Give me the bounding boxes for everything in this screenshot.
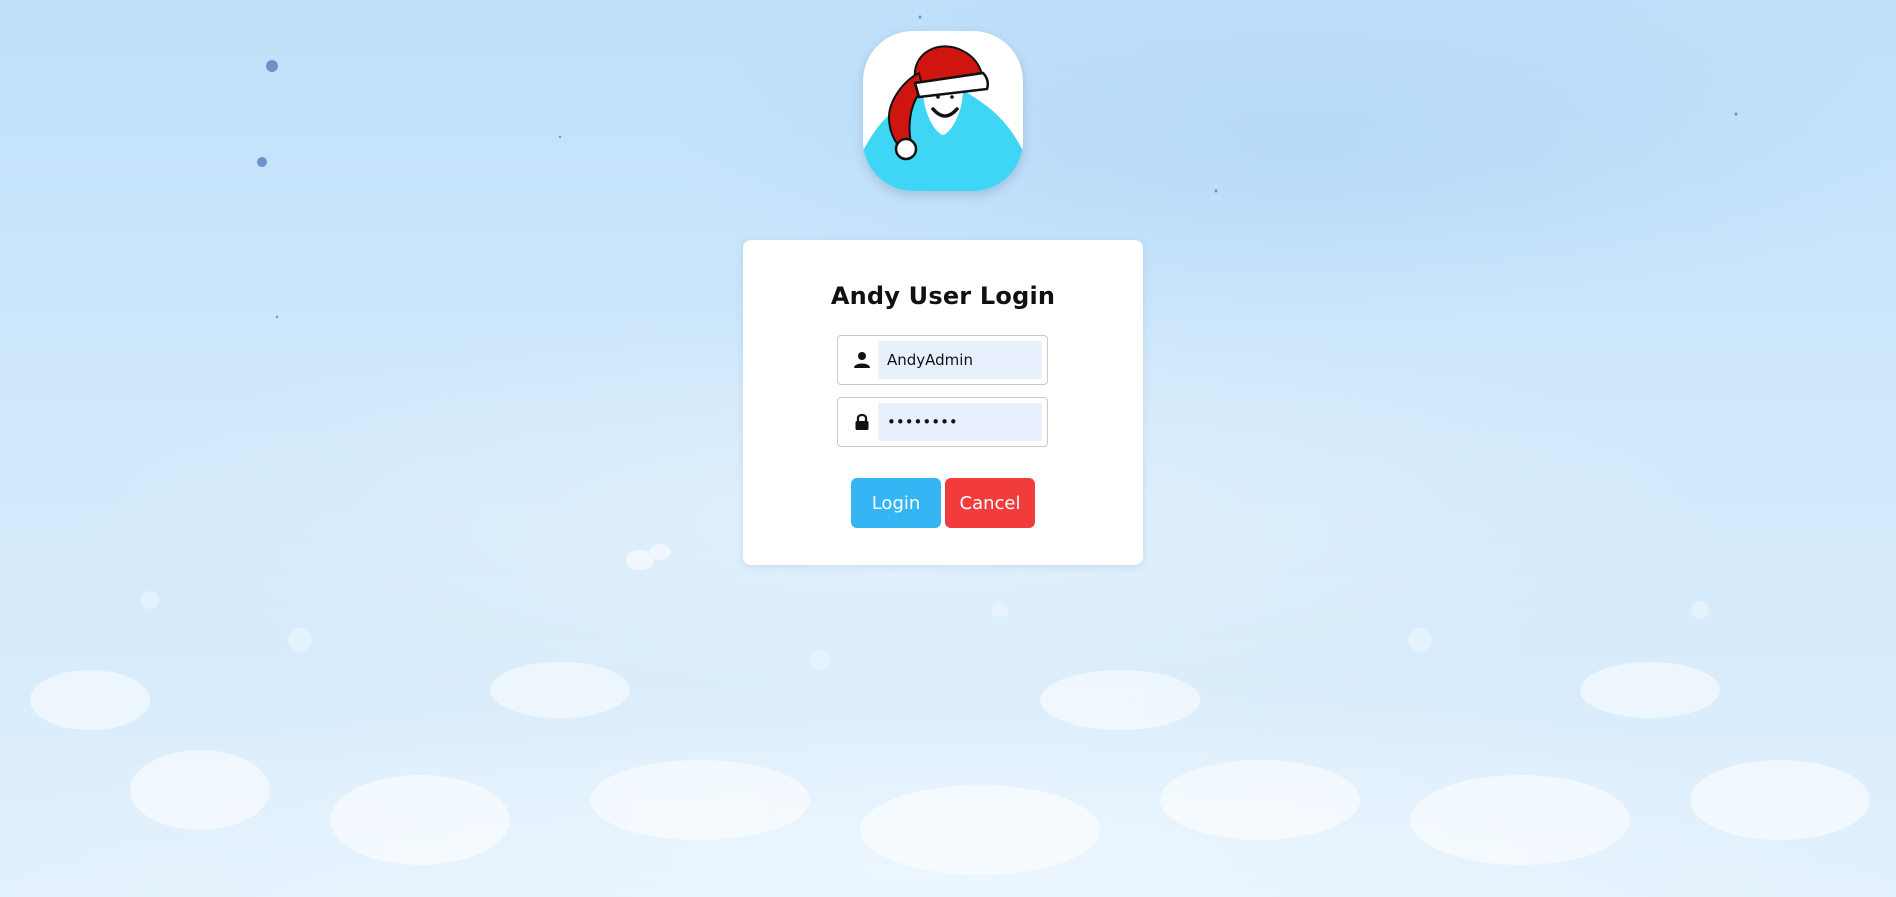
login-title: Andy User Login	[830, 282, 1056, 310]
login-card: Andy User Login Login Cancel	[743, 240, 1143, 565]
password-input[interactable]	[878, 403, 1042, 441]
cancel-button[interactable]: Cancel	[945, 478, 1035, 528]
username-input[interactable]	[878, 341, 1042, 379]
logo-avatar	[863, 31, 1023, 191]
lock-icon	[855, 413, 869, 430]
santa-hat-avatar-logo	[863, 45, 1023, 191]
username-field	[837, 335, 1048, 385]
login-button[interactable]: Login	[851, 478, 941, 528]
user-icon	[854, 352, 870, 368]
password-field	[837, 397, 1048, 447]
